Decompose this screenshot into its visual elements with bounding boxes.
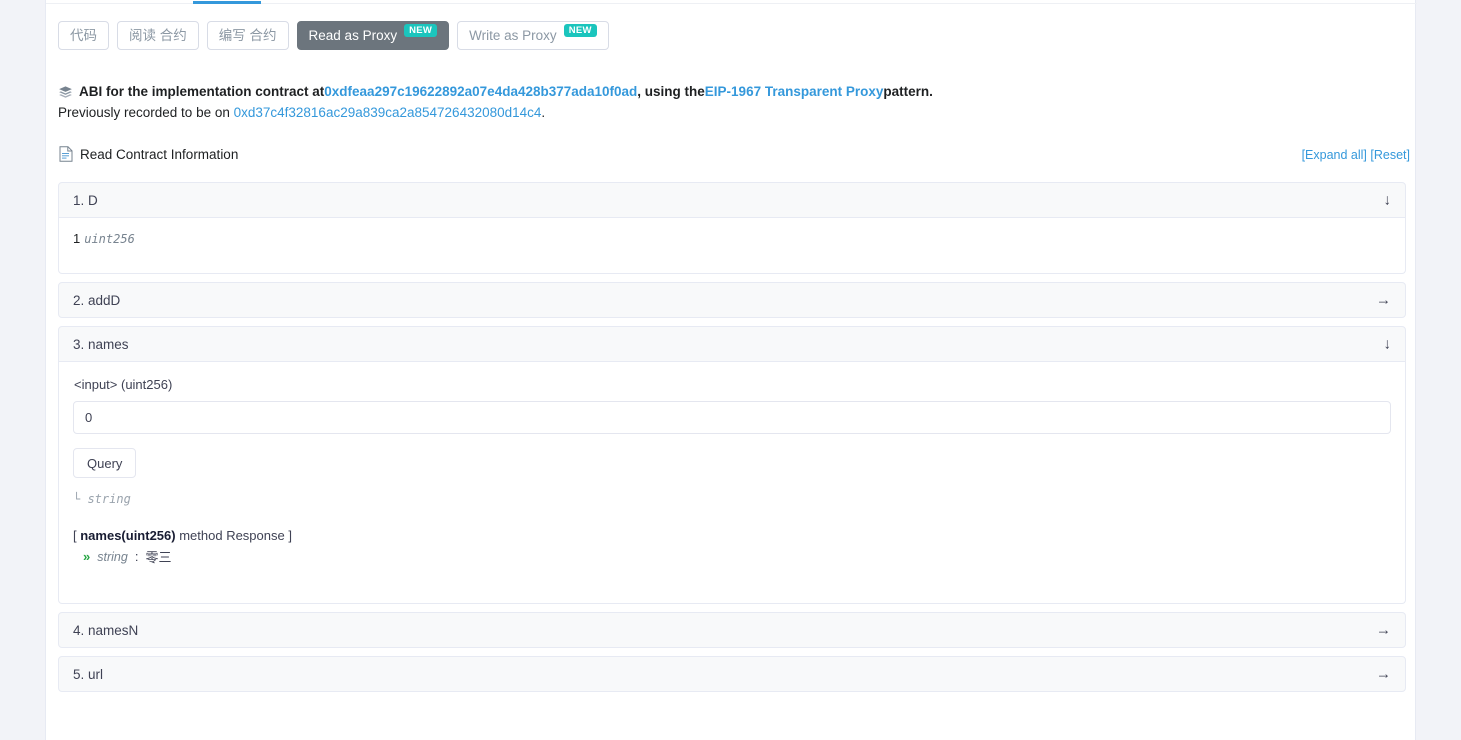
active-tab-indicator <box>193 1 261 4</box>
input-label: <input> (uint256) <box>74 377 173 392</box>
down-arrow-icon[interactable]: ↓ <box>1384 337 1392 352</box>
tab-read-contract-label: 阅读 合约 <box>129 27 187 43</box>
method-item: 5. url → <box>58 656 1406 692</box>
tab-code[interactable]: 代码 <box>58 21 109 50</box>
tab-strip <box>46 0 1417 4</box>
abi-notice-line1: ABI for the implementation contract at 0… <box>58 82 933 102</box>
method-response: [ names(uint256) method Response ] » str… <box>73 528 1391 566</box>
abi-notice: ABI for the implementation contract at 0… <box>58 82 933 123</box>
method-header-names[interactable]: 3. names ↓ <box>58 326 1406 362</box>
right-arrow-icon[interactable]: → <box>1376 667 1391 682</box>
method-body-D: 1 uint256 <box>58 218 1406 274</box>
new-badge: NEW <box>563 23 597 38</box>
down-arrow-icon[interactable]: ↓ <box>1384 193 1392 208</box>
response-value: 零三 <box>145 550 172 565</box>
method-header-namesN[interactable]: 4. namesN → <box>58 612 1406 648</box>
tab-read-contract[interactable]: 阅读 合约 <box>117 21 199 50</box>
response-header: [ names(uint256) method Response ] <box>73 528 1391 543</box>
response-colon: : <box>134 549 139 564</box>
methods-accordion: 1. D ↓ 1 uint256 2. addD → 3. names ↓ <i… <box>58 182 1406 700</box>
new-badge: NEW <box>404 23 438 38</box>
method-title: 3. names <box>73 336 129 352</box>
previous-address-link[interactable]: 0xd37c4f32816ac29a839ca2a854726432080d14… <box>234 105 542 120</box>
previously-recorded-suffix: . <box>541 105 546 120</box>
stack-icon <box>58 85 73 100</box>
method-item: 4. namesN → <box>58 612 1406 648</box>
method-title: 4. namesN <box>73 622 139 638</box>
previously-recorded-prefix: Previously recorded to be on <box>58 105 234 120</box>
response-row: » string : 零三 <box>83 547 1391 566</box>
tab-write-as-proxy-label: Write as Proxy <box>469 27 557 43</box>
eip1967-pattern-link[interactable]: EIP-1967 Transparent Proxy <box>705 82 884 102</box>
method-header-addD[interactable]: 2. addD → <box>58 282 1406 318</box>
method-title: 1. D <box>73 192 98 208</box>
tab-read-as-proxy-label: Read as Proxy <box>308 27 398 43</box>
response-method-signature: names(uint256) <box>80 528 176 543</box>
method-title: 5. url <box>73 666 104 682</box>
method-body-names: <input> (uint256) Query └ string [ names… <box>58 362 1406 604</box>
tab-write-contract[interactable]: 编写 合约 <box>206 21 289 50</box>
read-contract-header: Read Contract Information <box>59 146 238 162</box>
contract-tab-buttons: 代码 阅读 合约 编写 合约 Read as Proxy NEW Write a… <box>58 21 609 50</box>
method-item: 1. D ↓ 1 uint256 <box>58 182 1406 274</box>
abi-notice-middle: , using the <box>637 84 705 99</box>
double-chevron-icon: » <box>83 549 91 564</box>
names-uint256-input[interactable] <box>73 401 1391 434</box>
method-header-D[interactable]: 1. D ↓ <box>58 182 1406 218</box>
read-contract-title: Read Contract Information <box>80 146 239 162</box>
return-type: └ string <box>73 492 131 506</box>
method-title: 2. addD <box>73 292 121 308</box>
tab-code-label: 代码 <box>70 27 97 43</box>
reset-link[interactable]: [Reset] <box>1370 148 1410 162</box>
read-contract-actions: [Expand all] [Reset] <box>1302 148 1410 162</box>
output-type: uint256 <box>84 232 135 246</box>
response-label: method Response ] <box>175 528 292 543</box>
output-index: 1 <box>73 231 81 246</box>
tab-write-as-proxy[interactable]: Write as Proxy NEW <box>457 21 609 50</box>
abi-notice-line2: Previously recorded to be on 0xd37c4f328… <box>58 103 933 123</box>
abi-notice-prefix: ABI for the implementation contract at <box>79 84 325 99</box>
implementation-address-link[interactable]: 0xdfeaa297c19622892a07e4da428b377ada10f0… <box>324 82 637 102</box>
abi-notice-suffix: pattern. <box>883 84 933 99</box>
tab-read-as-proxy[interactable]: Read as Proxy NEW <box>296 21 450 50</box>
method-item: 3. names ↓ <input> (uint256) Query └ str… <box>58 326 1406 604</box>
expand-all-link[interactable]: [Expand all] <box>1302 148 1367 162</box>
contract-read-proxy-page: 代码 阅读 合约 编写 合约 Read as Proxy NEW Write a… <box>0 0 1461 740</box>
tab-write-contract-label: 编写 合约 <box>218 27 277 43</box>
content-card: 代码 阅读 合约 编写 合约 Read as Proxy NEW Write a… <box>45 0 1417 740</box>
query-button[interactable]: Query <box>73 448 137 478</box>
document-icon <box>59 146 73 162</box>
response-value-type: string <box>97 549 128 564</box>
method-header-url[interactable]: 5. url → <box>58 656 1406 692</box>
method-item: 2. addD → <box>58 282 1406 318</box>
right-arrow-icon[interactable]: → <box>1376 293 1391 308</box>
right-arrow-icon[interactable]: → <box>1376 623 1391 638</box>
